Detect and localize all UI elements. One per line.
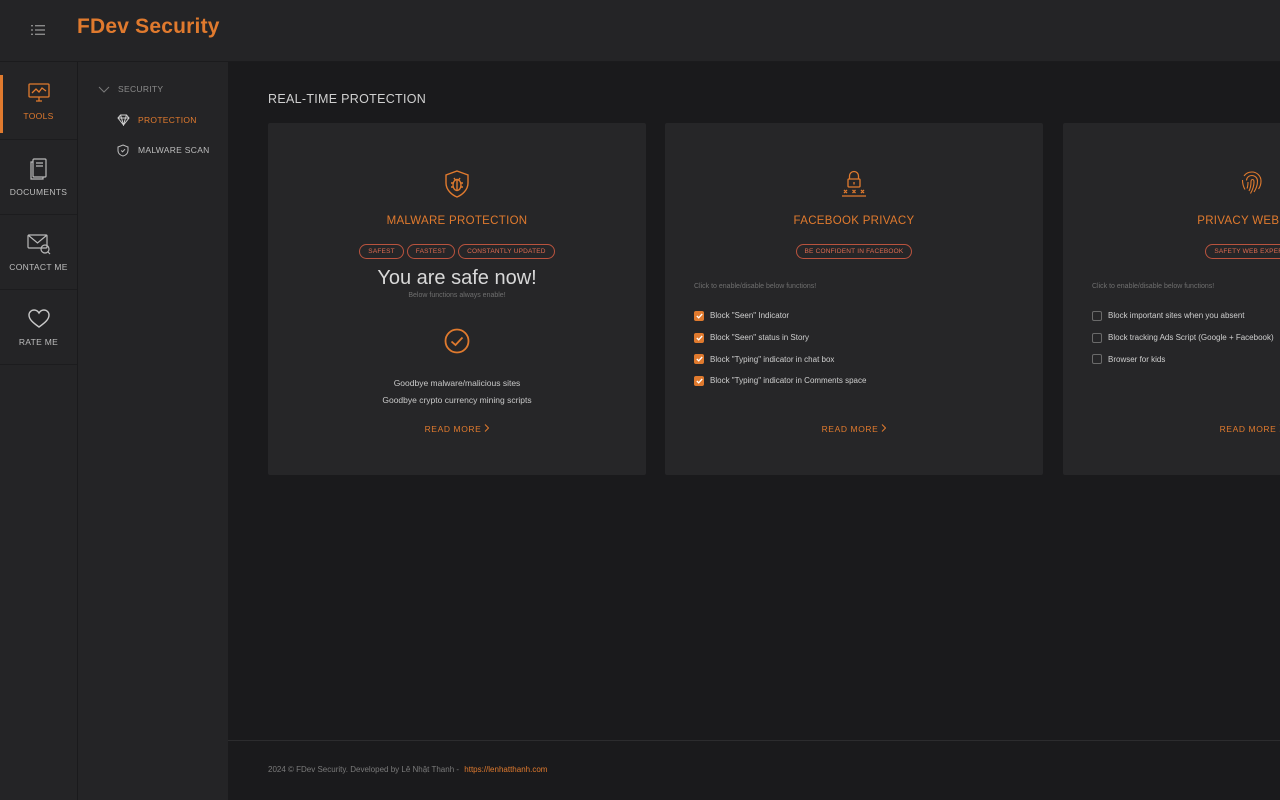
- card-malware-protection: MALWARE PROTECTION SAFEST FASTEST CONSTA…: [268, 123, 646, 475]
- checkbox-unchecked[interactable]: [1092, 354, 1102, 365]
- tag-badge: CONSTANTLY UPDATED: [458, 244, 555, 259]
- option-row[interactable]: Block important sites when you absent: [1092, 305, 1274, 327]
- footer-link[interactable]: https://lenhatthanh.com: [464, 765, 547, 774]
- card-title: FACEBOOK PRIVACY: [793, 215, 915, 227]
- chevron-right-icon: [485, 424, 490, 432]
- checkbox-checked[interactable]: [694, 310, 704, 321]
- top-bar: FDev Security: [0, 0, 1280, 62]
- read-more-link[interactable]: READ MORE: [1063, 424, 1280, 434]
- sub-navigation: SECURITY PROTECTION MALWARE SCAN: [78, 62, 228, 800]
- card-facebook-privacy: FACEBOOK PRIVACY BE CONFIDENT IN FACEBOO…: [665, 123, 1043, 475]
- option-row[interactable]: Block "Seen" status in Story: [694, 327, 866, 349]
- status-title: You are safe now!: [377, 267, 537, 289]
- read-more-link[interactable]: READ MORE: [268, 424, 646, 434]
- checkbox-unchecked[interactable]: [1092, 310, 1102, 321]
- footer-text: 2024 © FDev Security. Developed by Lê Nh…: [268, 765, 462, 774]
- option-label: Browser for kids: [1108, 354, 1166, 364]
- tag-list: SAFEST FASTEST CONSTANTLY UPDATED: [268, 244, 646, 259]
- tag-badge: BE CONFIDENT IN FACEBOOK: [795, 244, 913, 259]
- feature-line: Goodbye malware/malicious sites: [393, 378, 521, 388]
- option-row[interactable]: Browser for kids: [1092, 348, 1274, 370]
- option-list: Block important sites when you absent Bl…: [1092, 305, 1274, 370]
- option-label: Block important sites when you absent: [1108, 311, 1245, 321]
- rail-label: RATE ME: [18, 337, 59, 347]
- tag-badge: FASTEST: [406, 244, 456, 259]
- rail-item-documents[interactable]: DOCUMENTS: [0, 140, 77, 215]
- menu-icon[interactable]: [26, 19, 50, 41]
- rail-item-contact[interactable]: CONTACT ME: [0, 215, 77, 290]
- subnav-item-malware-scan[interactable]: MALWARE SCAN: [117, 143, 210, 157]
- shield-icon: [117, 143, 131, 157]
- monitor-icon: [27, 81, 51, 105]
- subnav-item-label: MALWARE SCAN: [138, 145, 210, 155]
- check-circle-icon: [268, 328, 646, 354]
- heart-icon: [27, 307, 51, 331]
- status-subtitle: Below functions always enable!: [408, 292, 506, 299]
- rail-label: TOOLS: [23, 110, 54, 121]
- subnav-group-label: SECURITY: [118, 84, 164, 94]
- section-title: REAL-TIME PROTECTION: [268, 92, 427, 106]
- checkbox-checked[interactable]: [694, 375, 704, 386]
- rail-label: CONTACT ME: [9, 262, 68, 272]
- brand-title[interactable]: FDev Security: [77, 15, 220, 39]
- checkbox-unchecked[interactable]: [1092, 332, 1102, 343]
- option-label: Block "Typing" indicator in chat box: [710, 354, 835, 364]
- chevron-down-icon: [98, 84, 110, 94]
- option-row[interactable]: Block "Typing" indicator in chat box: [694, 348, 866, 370]
- option-label: Block "Seen" status in Story: [710, 333, 810, 343]
- diamond-icon: [117, 113, 131, 127]
- option-row[interactable]: Block tracking Ads Script (Google + Face…: [1092, 327, 1274, 349]
- read-more-link[interactable]: READ MORE: [665, 424, 1043, 434]
- fingerprint-icon: [1063, 170, 1280, 196]
- feature-lines: Goodbye malware/malicious sites Goodbye …: [268, 375, 646, 409]
- option-label: Block "Typing" indicator in Comments spa…: [710, 376, 867, 386]
- checkbox-checked[interactable]: [694, 332, 704, 343]
- subnav-item-protection[interactable]: PROTECTION: [117, 113, 197, 127]
- footer: 2024 © FDev Security. Developed by Lê Nh…: [268, 765, 547, 774]
- options-hint: Click to enable/disable below functions!: [694, 283, 817, 290]
- rail-item-tools[interactable]: TOOLS: [0, 62, 77, 140]
- read-more-label: READ MORE: [1219, 424, 1277, 434]
- subnav-item-label: PROTECTION: [138, 115, 197, 125]
- feature-line: Goodbye crypto currency mining scripts: [382, 395, 532, 405]
- subnav-group-security[interactable]: SECURITY: [98, 84, 163, 94]
- main-content: REAL-TIME PROTECTION MALWARE PROTECTION …: [228, 62, 1280, 800]
- left-rail: TOOLS DOCUMENTS CONTACT ME RATE ME: [0, 62, 78, 800]
- options-hint: Click to enable/disable below functions!: [1092, 283, 1215, 290]
- lock-password-icon: [665, 170, 1043, 198]
- read-more-label: READ MORE: [821, 424, 879, 434]
- option-label: Block "Seen" Indicator: [710, 311, 790, 321]
- option-label: Block tracking Ads Script (Google + Face…: [1108, 333, 1274, 343]
- bug-shield-icon: [268, 170, 646, 198]
- rail-item-rate[interactable]: RATE ME: [0, 290, 77, 365]
- option-list: Block "Seen" Indicator Block "Seen" stat…: [694, 305, 866, 392]
- footer-divider: [228, 740, 1280, 741]
- book-icon: [27, 157, 51, 181]
- tag-list: BE CONFIDENT IN FACEBOOK: [665, 244, 1043, 259]
- chevron-right-icon: [882, 424, 887, 432]
- read-more-label: READ MORE: [424, 424, 482, 434]
- card-title: MALWARE PROTECTION: [386, 215, 528, 227]
- tag-badge: SAFETY WEB EXPERIE: [1205, 244, 1280, 259]
- tag-list: SAFETY WEB EXPERIE: [1063, 244, 1280, 259]
- card-privacy-web-experience: PRIVACY WEB EXP SAFETY WEB EXPERIE Click…: [1063, 123, 1280, 475]
- option-row[interactable]: Block "Seen" Indicator: [694, 305, 866, 327]
- rail-label: DOCUMENTS: [9, 187, 68, 197]
- card-title: PRIVACY WEB EXP: [1197, 215, 1280, 227]
- mail-icon: [26, 232, 51, 256]
- checkbox-checked[interactable]: [694, 354, 704, 365]
- tag-badge: SAFEST: [359, 244, 404, 259]
- option-row[interactable]: Block "Typing" indicator in Comments spa…: [694, 370, 866, 392]
